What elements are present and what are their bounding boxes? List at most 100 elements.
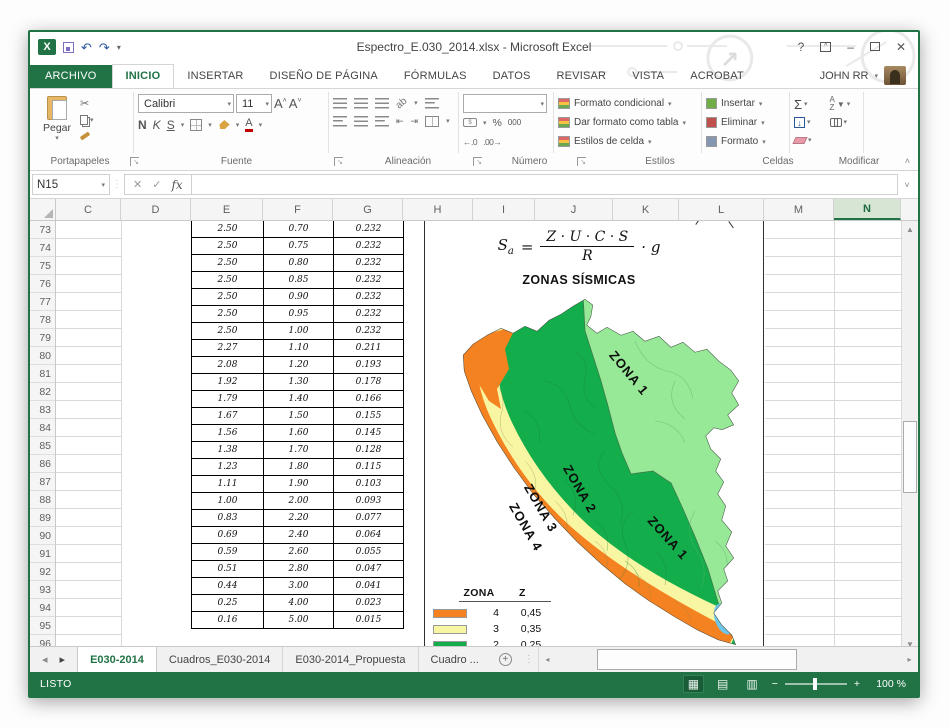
cell-sa-value[interactable]: 0.103 xyxy=(334,475,404,493)
row-header[interactable]: 82 xyxy=(30,383,55,401)
cell-c-value[interactable]: 1.11 xyxy=(192,475,264,493)
excel-logo-icon[interactable]: X xyxy=(38,39,56,55)
cell-t-value[interactable]: 5.00 xyxy=(264,611,334,629)
cell-sa-value[interactable]: 0.232 xyxy=(334,254,404,272)
user-menu-caret-icon[interactable]: ▾ xyxy=(874,72,878,80)
column-header[interactable]: L xyxy=(679,199,764,220)
cell-c-value[interactable]: 1.56 xyxy=(192,424,264,442)
horizontal-scroll-thumb[interactable] xyxy=(597,649,797,670)
cell-t-value[interactable]: 0.70 xyxy=(264,221,334,238)
cell-sa-value[interactable]: 0.166 xyxy=(334,390,404,408)
zoom-in-icon[interactable]: + xyxy=(854,678,860,690)
row-header[interactable]: 87 xyxy=(30,473,55,491)
insert-function-icon[interactable]: fx xyxy=(171,178,182,192)
formula-input[interactable] xyxy=(191,174,898,195)
row-header[interactable]: 95 xyxy=(30,617,55,635)
cell-sa-value[interactable]: 0.128 xyxy=(334,441,404,459)
cell-t-value[interactable]: 0.75 xyxy=(264,237,334,255)
cell-t-value[interactable]: 1.30 xyxy=(264,373,334,391)
ribbon-tab[interactable]: ACROBAT xyxy=(677,65,757,88)
ribbon-display-options-button[interactable]: ^ xyxy=(820,42,831,52)
cell-c-value[interactable]: 0.25 xyxy=(192,594,264,612)
cell-sa-value[interactable]: 0.193 xyxy=(334,356,404,374)
align-left-button[interactable] xyxy=(333,116,347,127)
cell-c-value[interactable]: 0.44 xyxy=(192,577,264,595)
orientation-button[interactable]: ab xyxy=(394,95,410,111)
cell-c-value[interactable]: 2.50 xyxy=(192,322,264,340)
autosum-button[interactable]: Σ▾ xyxy=(794,96,824,112)
style-menu-button[interactable]: Estilos de celda ▾ xyxy=(558,132,697,151)
expand-formula-bar-icon[interactable]: ˅ xyxy=(898,174,916,195)
qat-customize-icon[interactable]: ▾ xyxy=(117,43,121,52)
cell-sa-value[interactable]: 0.232 xyxy=(334,221,404,238)
cell-sa-value[interactable]: 0.093 xyxy=(334,492,404,510)
sheet-nav-next-icon[interactable]: ▸ xyxy=(60,653,66,666)
row-header[interactable]: 81 xyxy=(30,365,55,383)
zoom-out-icon[interactable]: − xyxy=(772,678,778,690)
row-header[interactable]: 94 xyxy=(30,599,55,617)
row-header[interactable]: 74 xyxy=(30,239,55,257)
sheet-tab[interactable]: E030-2014_Propuesta xyxy=(283,647,418,672)
font-name-combo[interactable]: Calibri▾ xyxy=(138,94,234,113)
cell-sa-value[interactable]: 0.047 xyxy=(334,560,404,578)
cells-menu-button[interactable]: Eliminar ▾ xyxy=(706,113,785,132)
column-header[interactable]: E xyxy=(191,199,263,220)
close-button[interactable]: ✕ xyxy=(896,40,906,54)
align-center-button[interactable] xyxy=(354,116,368,127)
cell-sa-value[interactable]: 0.178 xyxy=(334,373,404,391)
sheet-nav-prev-icon[interactable]: ◂ xyxy=(42,653,48,666)
ribbon-tab[interactable]: VISTA xyxy=(619,65,677,88)
column-header[interactable]: F xyxy=(263,199,333,220)
fill-color-button[interactable] xyxy=(218,120,230,130)
name-box[interactable]: N15▾ xyxy=(32,174,110,195)
cell-c-value[interactable]: 1.38 xyxy=(192,441,264,459)
font-size-combo[interactable]: 11▾ xyxy=(236,94,272,113)
dialog-launcher-icon[interactable]: ↘ xyxy=(577,157,586,166)
cell-sa-value[interactable]: 0.023 xyxy=(334,594,404,612)
cell-sa-value[interactable]: 0.211 xyxy=(334,339,404,357)
column-header[interactable]: G xyxy=(333,199,403,220)
align-bottom-button[interactable] xyxy=(375,98,389,109)
cells-menu-button[interactable]: Insertar ▾ xyxy=(706,94,785,113)
column-header[interactable]: K xyxy=(613,199,679,220)
paste-button[interactable]: Pegar ▾ xyxy=(38,94,76,142)
cell-t-value[interactable]: 2.00 xyxy=(264,492,334,510)
cell-sa-value[interactable]: 0.077 xyxy=(334,509,404,527)
cell-t-value[interactable]: 0.80 xyxy=(264,254,334,272)
cell-c-value[interactable]: 0.83 xyxy=(192,509,264,527)
cell-t-value[interactable]: 0.90 xyxy=(264,288,334,306)
cell-sa-value[interactable]: 0.064 xyxy=(334,526,404,544)
cell-t-value[interactable]: 4.00 xyxy=(264,594,334,612)
row-header[interactable]: 93 xyxy=(30,581,55,599)
cell-c-value[interactable]: 2.50 xyxy=(192,271,264,289)
merge-center-button[interactable] xyxy=(425,116,439,127)
row-header[interactable]: 76 xyxy=(30,275,55,293)
page-break-view-icon[interactable]: ▥ xyxy=(742,676,761,692)
zoom-percentage[interactable]: 100 % xyxy=(870,678,906,690)
seismic-map-picture[interactable]: Sa = Z · U · C · S R · g ZONAS SÍSMICAS xyxy=(424,221,764,646)
row-header[interactable]: 75 xyxy=(30,257,55,275)
cell-sa-value[interactable]: 0.232 xyxy=(334,305,404,323)
cell-c-value[interactable]: 2.50 xyxy=(192,221,264,238)
cell-c-value[interactable]: 2.50 xyxy=(192,288,264,306)
decrease-decimal-button[interactable]: .00→ xyxy=(483,137,501,147)
row-header[interactable]: 83 xyxy=(30,401,55,419)
style-menu-button[interactable]: Formato condicional ▾ xyxy=(558,94,697,113)
cell-c-value[interactable]: 2.50 xyxy=(192,237,264,255)
user-avatar[interactable] xyxy=(884,66,906,85)
cell-t-value[interactable]: 2.40 xyxy=(264,526,334,544)
clear-button[interactable]: ▾ xyxy=(794,132,824,148)
cell-t-value[interactable]: 1.00 xyxy=(264,322,334,340)
cell-c-value[interactable]: 1.23 xyxy=(192,458,264,476)
cell-sa-value[interactable]: 0.055 xyxy=(334,543,404,561)
cell-t-value[interactable]: 2.60 xyxy=(264,543,334,561)
cells-menu-button[interactable]: Formato ▾ xyxy=(706,132,785,151)
align-right-button[interactable] xyxy=(375,116,389,127)
cell-t-value[interactable]: 1.40 xyxy=(264,390,334,408)
row-header[interactable]: 96 xyxy=(30,635,55,646)
cell-sa-value[interactable]: 0.015 xyxy=(334,611,404,629)
format-painter-button[interactable] xyxy=(80,129,94,142)
cell-sa-value[interactable]: 0.232 xyxy=(334,322,404,340)
row-header[interactable]: 91 xyxy=(30,545,55,563)
cell-c-value[interactable]: 0.16 xyxy=(192,611,264,629)
